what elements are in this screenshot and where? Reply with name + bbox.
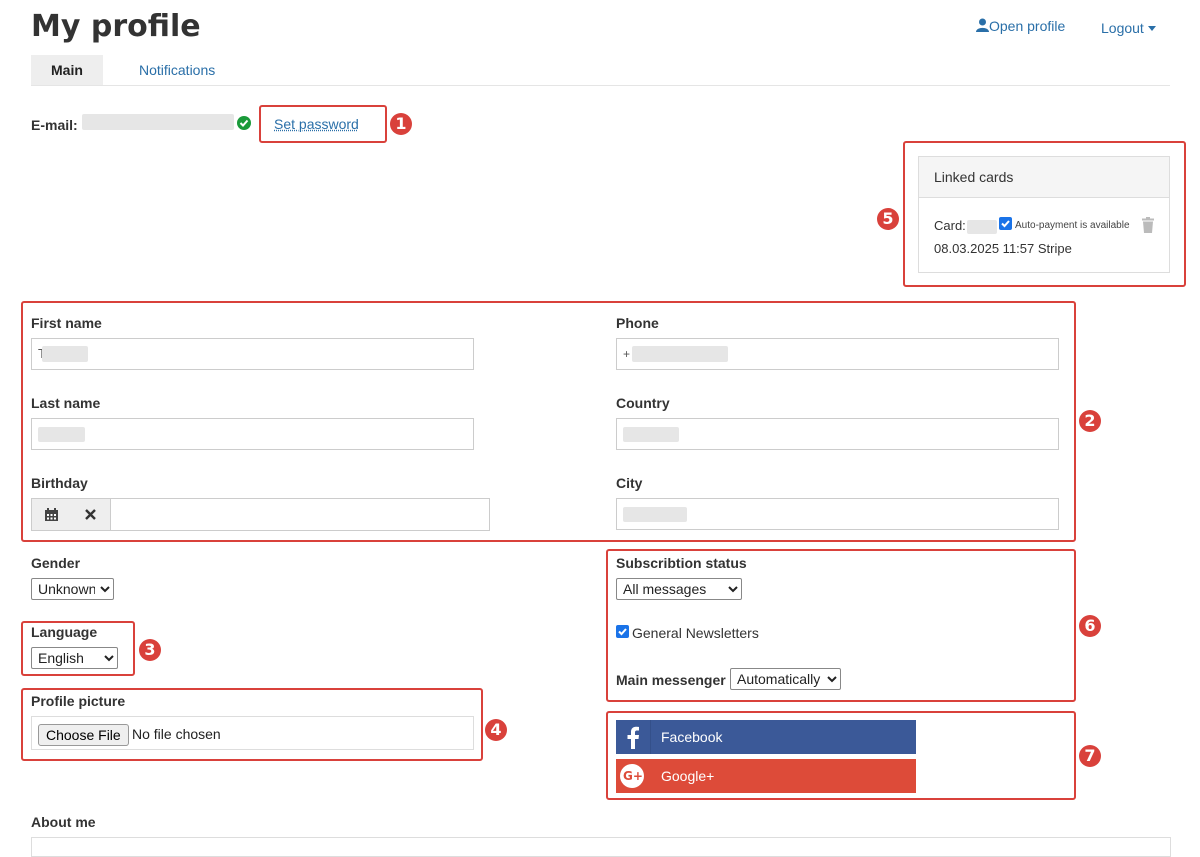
open-profile-link[interactable]: Open profile bbox=[976, 18, 1065, 35]
email-value-redacted bbox=[82, 114, 234, 130]
gender-label: Gender bbox=[31, 555, 81, 571]
annotation-box-1 bbox=[259, 105, 387, 143]
logout-menu[interactable]: Logout bbox=[1101, 18, 1156, 36]
annotation-badge-1: 1 bbox=[390, 113, 412, 135]
tab-notifications[interactable]: Notifications bbox=[119, 55, 235, 85]
annotation-box-3 bbox=[21, 621, 135, 676]
annotation-badge-5: 5 bbox=[877, 208, 899, 230]
annotation-badge-6: 6 bbox=[1079, 615, 1101, 637]
annotation-box-7 bbox=[606, 711, 1076, 800]
open-profile-label: Open profile bbox=[989, 18, 1066, 34]
annotation-badge-3: 3 bbox=[139, 639, 161, 661]
verified-check-icon bbox=[237, 116, 251, 133]
annotation-box-6 bbox=[606, 549, 1076, 702]
annotation-badge-4: 4 bbox=[485, 719, 507, 741]
user-icon bbox=[976, 18, 989, 35]
logout-label: Logout bbox=[1101, 20, 1144, 36]
about-me-label: About me bbox=[31, 814, 96, 830]
tabs-divider bbox=[31, 85, 1170, 86]
page-title: My profile bbox=[31, 9, 201, 44]
about-me-textarea[interactable] bbox=[31, 837, 1171, 857]
gender-select[interactable]: Unknown bbox=[31, 578, 114, 600]
annotation-box-2 bbox=[21, 301, 1076, 542]
annotation-badge-7: 7 bbox=[1079, 745, 1101, 767]
annotation-badge-2: 2 bbox=[1079, 410, 1101, 432]
annotation-box-5 bbox=[903, 141, 1186, 287]
annotation-box-4 bbox=[21, 688, 483, 761]
caret-down-icon bbox=[1147, 18, 1156, 34]
email-label: E-mail: bbox=[31, 117, 78, 133]
tab-main[interactable]: Main bbox=[31, 55, 103, 85]
